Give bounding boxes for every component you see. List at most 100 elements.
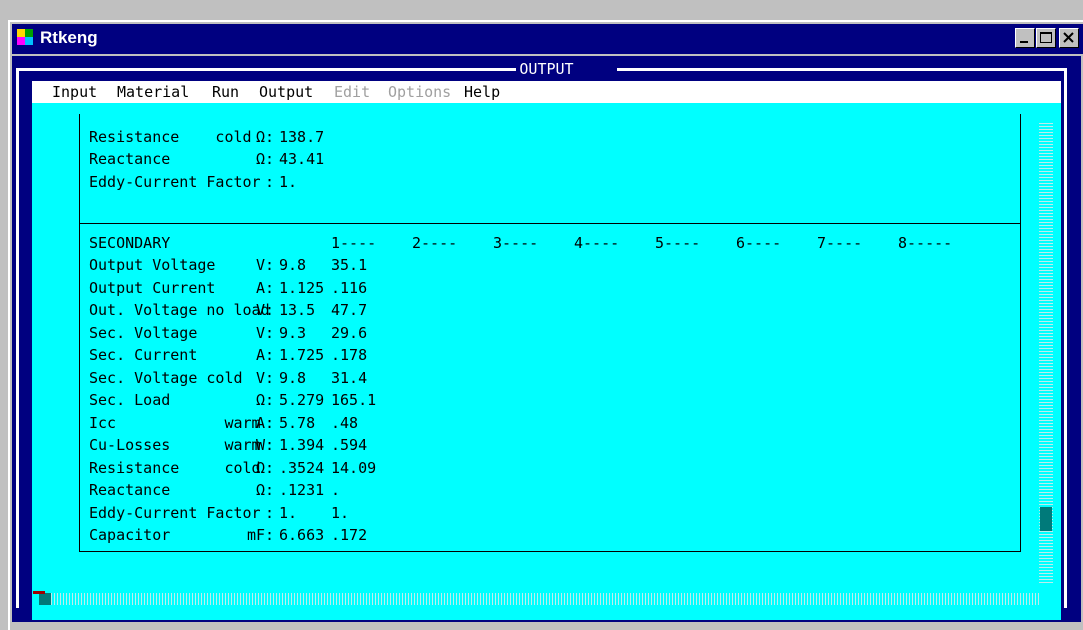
close-icon [1063,32,1074,43]
row-label: Reactance [89,150,270,168]
row-value-2: . [331,481,341,499]
column-header: 6---- [736,234,782,252]
primary-row: Reactance Ω: 43.41 [89,150,324,168]
row-unit: V: [256,369,275,387]
row-value-2: 165.1 [331,391,377,409]
row-value-1: 6.663 [279,526,325,544]
panel-separator [79,223,1020,224]
output-panel: Resistance cold Ω: 138.7 Reactance Ω: 43.4… [32,103,1061,620]
horizontal-scrollbar[interactable] [39,593,1039,605]
row-value-1: 1. [279,504,298,522]
row-label: Cu-Losses warm [89,436,270,454]
row-label: Reactance [89,481,270,499]
window-title: Rtkeng [40,28,98,47]
frame-border-top-left [16,68,516,71]
row-value-2: 29.6 [331,324,368,342]
row-unit: V: [256,256,275,274]
column-header: 8----- [898,234,953,252]
row-value: 138.7 [279,128,325,146]
row-value-1: 5.78 [279,414,316,432]
row-label: Out. Voltage no load [89,301,270,319]
column-header: 7---- [817,234,863,252]
row-value-2: .594 [331,436,368,454]
row-unit: V: [256,301,275,319]
row-unit: Ω: [256,150,275,168]
row-unit: Ω: [256,459,275,477]
row-value-1: 9.3 [279,324,307,342]
row-unit: W: [256,436,275,454]
menu-input[interactable]: Input [52,81,97,103]
row-value-2: .116 [331,279,368,297]
row-label: Eddy-Current Factor [89,173,270,191]
row-value-2: 1. [331,504,350,522]
column-header: 5---- [655,234,701,252]
row-label: Sec. Voltage [89,324,270,342]
menu-options: Options [388,83,452,101]
row-unit: : [256,173,275,191]
column-header: 2---- [412,234,458,252]
row-value-1: 9.8 [279,256,307,274]
menu-help[interactable]: Help [464,81,500,103]
row-label: Sec. Voltage cold [89,369,270,387]
row-unit: Ω: [256,128,275,146]
row-value-1: 5.279 [279,391,325,409]
app-icon [16,28,34,46]
column-header: 1---- [331,234,377,252]
maximize-button[interactable] [1036,28,1056,48]
row-value-2: 35.1 [331,256,368,274]
minimize-icon [1020,41,1028,43]
frame-border-left [16,68,19,608]
row-unit: Ω: [256,391,275,409]
cursor-marker [33,591,45,594]
minimize-button[interactable] [1015,28,1035,48]
row-value-2: 31.4 [331,369,368,387]
frame-border-right [1064,68,1067,608]
menu-bar: Input Material Run Output Edit Options H… [32,81,1061,103]
row-label: Eddy-Current Factor [89,504,270,522]
row-unit: V: [256,324,275,342]
row-unit: A: [256,414,275,432]
secondary-header-row: SECONDARY 1---- 2---- 3---- 4---- 5---- … [89,234,952,252]
vertical-scroll-thumb[interactable] [1040,507,1052,531]
row-value-1: 13.5 [279,301,316,319]
row-value-1: .3524 [279,459,325,477]
horizontal-scroll-thumb[interactable] [39,593,51,605]
row-value: 1. [279,173,298,191]
menu-material[interactable]: Material [117,81,189,103]
panel-border-left [79,114,80,552]
row-unit: : [256,504,275,522]
rtkeng-window: Rtkeng OUTPUT Input Material Run Output … [8,20,1083,630]
row-label: Output Current [89,279,270,297]
row-label: Resistance cold [89,459,270,477]
menu-edit: Edit [334,83,371,101]
close-button[interactable] [1059,28,1079,48]
primary-row: Resistance cold Ω: 138.7 [89,128,324,146]
row-unit: A: [256,279,275,297]
menu-run[interactable]: Run [212,81,239,103]
primary-row: Eddy-Current Factor :1. [89,173,297,191]
dos-client-area: OUTPUT Input Material Run Output Edit Op… [12,56,1081,622]
panel-border-bottom [79,551,1020,552]
row-value-1: 1.125 [279,279,325,297]
row-value-1: 9.8 [279,369,307,387]
row-unit: Ω: [256,481,275,499]
row-label: Icc warm [89,414,270,432]
row-value-2: .48 [331,414,359,432]
row-label: Output Voltage [89,256,270,274]
title-bar[interactable]: Rtkeng [12,24,1083,54]
row-value-1: 1.725 [279,346,325,364]
row-unit: mF: [247,526,275,544]
row-value-2: .172 [331,526,368,544]
row-value-2: .178 [331,346,368,364]
column-header: 4---- [574,234,620,252]
menu-output[interactable]: Output [259,81,313,103]
vertical-scrollbar[interactable] [1039,123,1053,583]
panel-border-right [1020,114,1021,552]
secondary-header: SECONDARY [89,234,171,252]
row-value-1: .1231 [279,481,325,499]
row-value-2: 14.09 [331,459,377,477]
frame-border-top-right [617,68,1067,71]
row-value-1: 1.394 [279,436,325,454]
row-label: Sec. Load [89,391,270,409]
row-label: Resistance cold [89,128,270,146]
